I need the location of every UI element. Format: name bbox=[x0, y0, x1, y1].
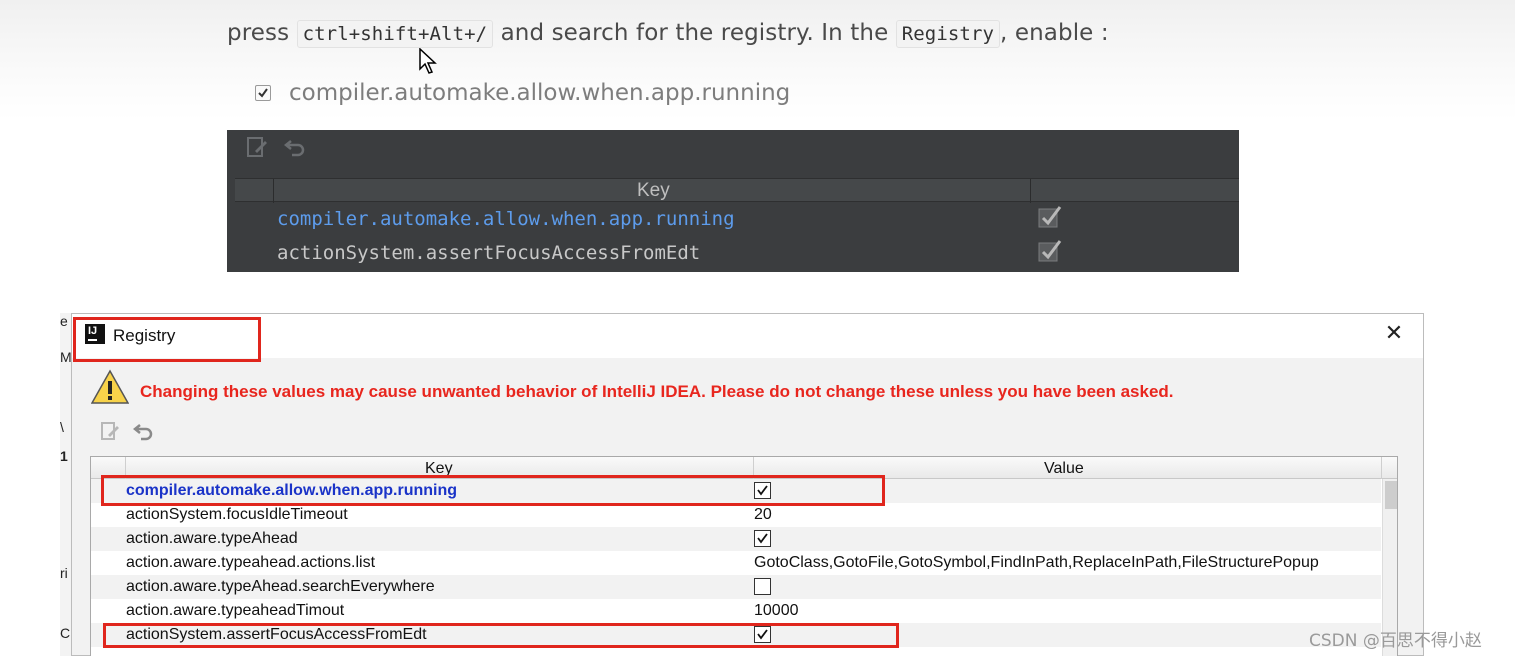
close-icon[interactable]: ✕ bbox=[1382, 322, 1406, 346]
checkmark-icon bbox=[258, 88, 268, 98]
row-key: actionSystem.focusIdleTimeout bbox=[126, 506, 348, 523]
value-checkbox[interactable] bbox=[754, 578, 771, 595]
edge-char: e bbox=[60, 313, 68, 329]
edge-char: M bbox=[60, 349, 72, 365]
column-header-value[interactable]: Value bbox=[1044, 460, 1084, 478]
highlight-box-assert-row bbox=[103, 623, 899, 648]
mouse-cursor-icon bbox=[419, 48, 437, 74]
table-row[interactable]: action.aware.typeAhead bbox=[91, 527, 1381, 551]
highlight-box-compiler-row bbox=[101, 475, 885, 506]
warning-icon bbox=[91, 369, 129, 404]
dark-row-key: actionSystem.assertFocusAccessFromEdt bbox=[277, 242, 701, 264]
shortcut-code: ctrl+shift+Alt+/ bbox=[296, 20, 494, 48]
row-value[interactable]: 20 bbox=[754, 506, 772, 524]
row-key: action.aware.typeaheadTimout bbox=[126, 602, 345, 619]
edge-char: \ bbox=[60, 419, 64, 435]
table-row[interactable]: action.aware.typeahead.actions.list Goto… bbox=[91, 551, 1381, 575]
revert-icon[interactable] bbox=[133, 420, 155, 442]
instruction-prefix: press bbox=[227, 20, 297, 46]
dark-registry-screenshot: Key compiler.automake.allow.when.app.run… bbox=[227, 130, 1239, 272]
edge-char: ri bbox=[60, 565, 68, 581]
revert-icon bbox=[283, 140, 305, 157]
row-key: action.aware.typeAhead.searchEverywhere bbox=[126, 578, 435, 595]
instruction-line: press ctrl+shift+Alt+/ and search for th… bbox=[227, 20, 1109, 48]
task-list-item: compiler.automake.allow.when.app.running bbox=[255, 80, 790, 106]
row-key: action.aware.typeAhead bbox=[126, 530, 298, 547]
task-text: compiler.automake.allow.when.app.running bbox=[289, 80, 791, 106]
dark-row-key: compiler.automake.allow.when.app.running bbox=[277, 208, 735, 230]
column-separator bbox=[273, 179, 274, 203]
edit-icon[interactable] bbox=[99, 420, 121, 442]
edge-char: 1 bbox=[60, 448, 68, 464]
dialog-toolbar bbox=[99, 420, 155, 442]
table-row[interactable]: action.aware.typeAhead.searchEverywhere bbox=[91, 575, 1381, 599]
warning-message: Changing these values may cause unwanted… bbox=[140, 382, 1174, 401]
dark-toolbar bbox=[245, 135, 307, 159]
checkmark-icon bbox=[757, 533, 768, 544]
table-row[interactable]: actionSystem.focusIdleTimeout 20 bbox=[91, 503, 1381, 527]
column-separator bbox=[1381, 457, 1382, 479]
row-key: action.aware.typeahead.actions.list bbox=[126, 554, 376, 571]
scrollbar-thumb[interactable] bbox=[1385, 481, 1397, 509]
instruction-suffix: , enable : bbox=[1000, 20, 1109, 46]
watermark: CSDN @百思不得小赵 bbox=[1309, 631, 1482, 651]
row-value[interactable]: GotoClass,GotoFile,GotoSymbol,FindInPath… bbox=[754, 554, 1319, 572]
edit-icon bbox=[247, 137, 267, 157]
column-separator bbox=[1030, 179, 1031, 203]
dark-checkbox-icon bbox=[1038, 240, 1062, 262]
task-checkbox[interactable] bbox=[255, 85, 271, 101]
row-value[interactable]: 10000 bbox=[754, 602, 799, 620]
dark-checkbox-icon bbox=[1038, 206, 1062, 228]
dark-table-header: Key bbox=[235, 178, 1239, 203]
instruction-middle: and search for the registry. In the bbox=[493, 20, 896, 46]
dark-key-header: Key bbox=[637, 180, 670, 201]
registry-code: Registry bbox=[895, 20, 1001, 48]
table-row[interactable]: action.aware.typeaheadTimout 10000 bbox=[91, 599, 1381, 623]
highlight-box-title bbox=[73, 317, 261, 362]
value-checkbox[interactable] bbox=[754, 530, 771, 547]
edge-char: C bbox=[60, 625, 71, 641]
dialog-titlebar[interactable]: IJ Registry ✕ bbox=[72, 314, 1423, 358]
